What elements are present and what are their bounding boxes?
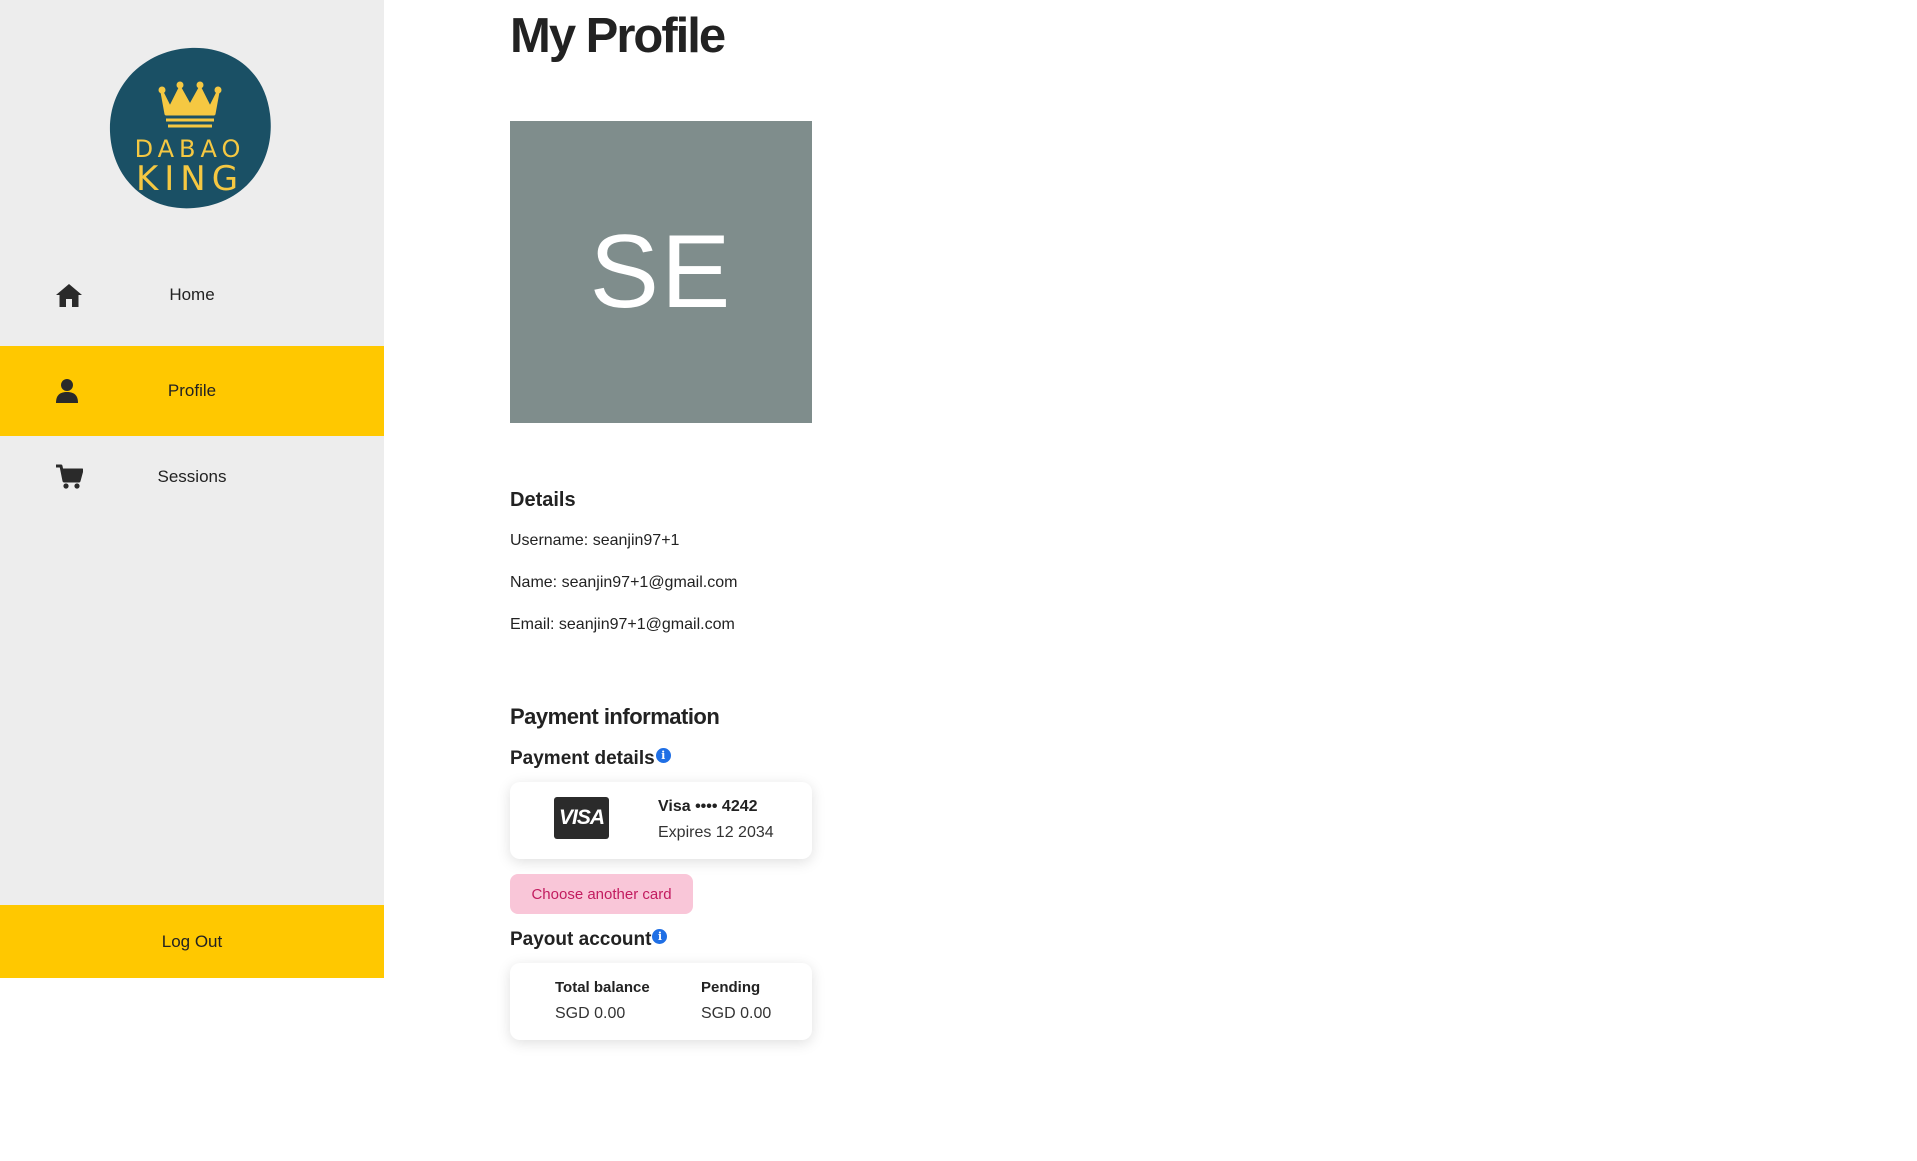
total-balance-label: Total balance xyxy=(555,979,650,996)
payout-account-label: Payout account xyxy=(510,929,652,950)
info-icon[interactable]: i xyxy=(655,748,671,763)
avatar: SE xyxy=(510,121,812,423)
card-title: Visa •••• 4242 xyxy=(658,798,758,815)
logout-button[interactable]: Log Out xyxy=(0,905,384,978)
pending-label: Pending xyxy=(701,979,761,996)
payout-account-heading: Payout account i xyxy=(510,929,668,951)
name-text: Name: seanjin97+1@gmail.com xyxy=(510,574,738,591)
page: DABAO KING Home Profile Sessions Log Out xyxy=(0,0,1917,1161)
sidebar-item-label: Profile xyxy=(167,381,217,400)
pending-value: SGD 0.00 xyxy=(701,1005,772,1022)
sidebar: DABAO KING Home Profile Sessions Log Out xyxy=(0,0,384,978)
info-icon[interactable]: i xyxy=(652,929,668,944)
page-title: My Profile xyxy=(510,9,726,63)
logo-line2: KING xyxy=(136,159,244,199)
choose-another-card-button[interactable]: Choose another card xyxy=(510,874,693,914)
total-balance-value: SGD 0.00 xyxy=(555,1005,626,1022)
payment-details-heading: Payment details i xyxy=(510,748,671,770)
sidebar-item-label: Home xyxy=(169,285,215,304)
sidebar-item-sessions[interactable]: Sessions xyxy=(0,432,384,522)
payment-details-label: Payment details xyxy=(510,748,655,769)
logo-graphic: DABAO KING xyxy=(109,47,271,209)
details-heading: Details xyxy=(510,489,576,511)
avatar-initials: SE xyxy=(589,213,733,330)
email-text: Email: seanjin97+1@gmail.com xyxy=(510,616,735,633)
payment-information-heading: Payment information xyxy=(510,704,720,729)
sidebar-item-home[interactable]: Home xyxy=(0,250,384,340)
sidebar-item-label: Sessions xyxy=(157,467,227,486)
visa-logo-icon: VISA xyxy=(554,797,609,839)
sidebar-item-profile[interactable]: Profile xyxy=(0,346,384,436)
username-text: Username: seanjin97+1 xyxy=(510,532,680,549)
payout-card: Total balance SGD 0.00 Pending SGD 0.00 xyxy=(510,963,812,1040)
dabao-king-logo[interactable]: DABAO KING xyxy=(106,44,274,212)
payment-card: VISA Visa •••• 4242 Expires 12 2034 xyxy=(510,782,812,859)
card-expiry: Expires 12 2034 xyxy=(658,824,774,841)
